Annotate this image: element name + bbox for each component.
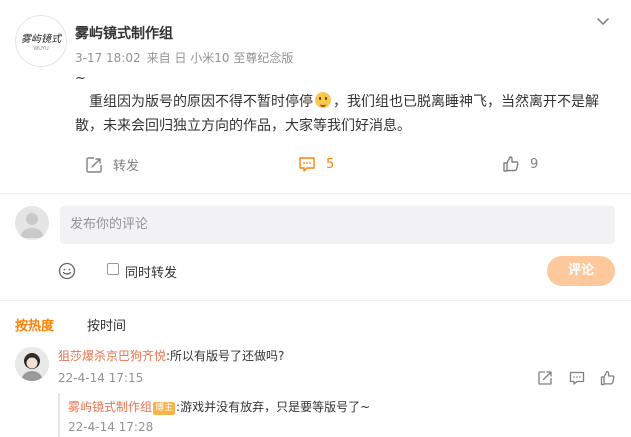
submit-comment-button[interactable]: 评论	[547, 256, 615, 286]
thumbs-up-icon	[503, 156, 519, 172]
share-icon[interactable]	[537, 370, 553, 386]
commenter-avatar-image	[15, 347, 49, 381]
like-count: 9	[530, 156, 539, 172]
comment-text: :所以有版号了还做吗?	[166, 349, 285, 363]
also-repost-checkbox[interactable]	[107, 263, 119, 275]
avatar-logo-subtext: WUYU	[33, 46, 49, 52]
comment-icon	[299, 157, 315, 172]
smiling-face-icon	[315, 92, 331, 108]
reply-author-name[interactable]: 雾屿镜式制作组	[68, 400, 152, 414]
reply-text: :游戏并没有放弃，只是要等版号了~	[176, 400, 371, 414]
post-text-part1: 重组因为版号的原因不得不暂时停停	[89, 94, 313, 110]
comment-count: 5	[326, 156, 335, 172]
avatar-logo-text: 雾屿镜式	[21, 34, 61, 45]
reply-icon[interactable]	[569, 370, 585, 386]
thumbs-up-icon[interactable]	[600, 370, 616, 386]
comment-input[interactable]: 发布你的评论	[60, 206, 615, 244]
repost-label: 转发	[113, 159, 140, 174]
chevron-down-icon[interactable]	[593, 12, 613, 32]
default-avatar-icon	[20, 213, 44, 238]
post-source: 来自 日 小米10 至尊纪念版	[146, 51, 294, 65]
post-tilde: ~	[75, 71, 86, 86]
tab-sort-by-hot[interactable]: 按热度	[15, 315, 54, 334]
comment-line: 狙莎爆杀京巴狗齐悦:所以有版号了还做吗?	[58, 347, 284, 364]
post-text: 重组因为版号的原因不得不暂时停停 ，我们组也已脱离睡神飞，当然离开不是解散，未来会…	[75, 90, 615, 138]
like-button[interactable]: 9	[502, 155, 538, 173]
repost-button[interactable]: 转发	[85, 155, 139, 174]
post-date[interactable]: 3-17 18:02	[75, 51, 141, 65]
author-avatar[interactable]: 雾屿镜式 WUYU	[15, 15, 67, 67]
also-repost-label[interactable]: 同时转发	[125, 262, 177, 281]
commenter-avatar[interactable]	[15, 347, 49, 381]
author-name[interactable]: 雾屿镜式制作组	[75, 23, 173, 43]
emoji-picker-icon[interactable]	[58, 262, 76, 280]
divider	[0, 193, 631, 194]
commenter-name[interactable]: 狙莎爆杀京巴狗齐悦	[58, 349, 166, 363]
tab-sort-by-time[interactable]: 按时间	[87, 315, 126, 334]
comment-date: 22-4-14 17:15	[58, 371, 144, 385]
current-user-avatar	[15, 206, 49, 240]
divider	[0, 300, 631, 301]
reply-line: 雾屿镜式制作组 博主:游戏并没有放弃，只是要等版号了~	[68, 398, 370, 415]
author-badge: 博主	[153, 402, 176, 415]
comment-button[interactable]: 5	[298, 155, 334, 173]
repost-icon	[86, 156, 102, 173]
post-meta: 3-17 18:02 来自 日 小米10 至尊纪念版	[75, 49, 299, 66]
reply-date: 22-4-14 17:28	[68, 420, 154, 434]
